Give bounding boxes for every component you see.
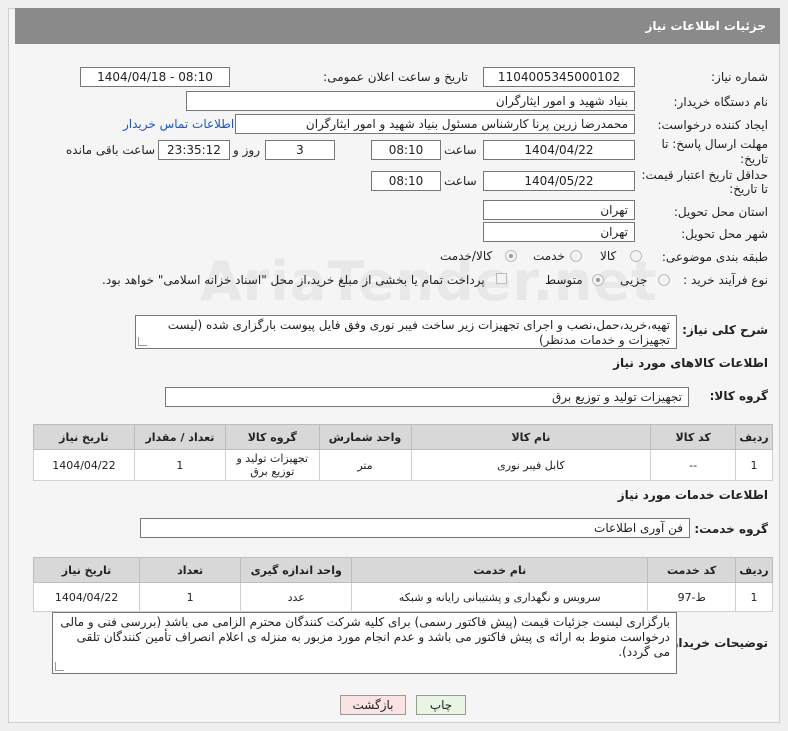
validity-time-label: ساعت: [444, 174, 477, 188]
cell-qty: 1: [133, 449, 227, 481]
resize-grip-icon[interactable]: [138, 337, 147, 346]
requester-field[interactable]: محمدرضا زرین پرنا کارشناس مسئول بنیاد شه…: [235, 114, 635, 134]
buyer-notes-label: توضیحات خریدار:: [666, 636, 768, 650]
category-radio-goods[interactable]: [630, 250, 642, 262]
days-label: روز و: [233, 143, 260, 157]
col-date: تاریخ نیاز: [32, 557, 141, 583]
col-row: ردیف: [735, 424, 773, 450]
col-qty: تعداد: [139, 557, 242, 583]
service-group-field[interactable]: فن آوری اطلاعات: [140, 518, 690, 538]
buyer-org-label: نام دستگاه خریدار:: [673, 95, 769, 109]
col-qty: تعداد / مقدار: [133, 424, 227, 450]
cell-code: ط-97: [647, 582, 737, 612]
col-unit: واحد شمارش: [318, 424, 412, 450]
process-label: نوع فرآیند خرید :: [683, 273, 768, 287]
col-row: ردیف: [735, 557, 773, 583]
title-bar: جزئیات اطلاعات نیاز: [15, 8, 780, 44]
validity-date-field[interactable]: 1404/05/22: [483, 171, 635, 191]
col-code: کد کالا: [650, 424, 737, 450]
goods-group-label: گروه کالا:: [709, 389, 768, 403]
print-button[interactable]: چاپ: [416, 695, 466, 715]
process-option-medium: متوسط: [545, 273, 583, 287]
col-name: نام خدمت: [351, 557, 649, 583]
goods-table: ردیف کد کالا نام کالا واحد شمارش گروه کا…: [33, 424, 773, 481]
page-title: جزئیات اطلاعات نیاز: [645, 19, 766, 33]
services-section-title: اطلاعات خدمات مورد نیاز: [617, 488, 768, 502]
services-table-header: ردیف کد خدمت نام خدمت واحد اندازه گیری ت…: [32, 557, 773, 583]
treasury-checkbox[interactable]: [496, 273, 507, 284]
buyer-org-field[interactable]: بنیاد شهید و امور ایثارگران: [186, 91, 635, 111]
cell-unit: عدد: [240, 582, 353, 612]
category-option-service: خدمت: [533, 249, 565, 263]
process-option-minor: جزیی: [620, 273, 648, 287]
description-textarea[interactable]: تهیه،خرید،حمل،نصب و اجرای تجهیزات زیر سا…: [135, 315, 677, 349]
col-code: کد خدمت: [647, 557, 737, 583]
days-field[interactable]: 3: [265, 140, 335, 160]
province-label: استان محل تحویل:: [673, 205, 768, 219]
remaining-time-field[interactable]: 23:35:12: [158, 140, 230, 160]
need-number-field[interactable]: 1104005345000102: [483, 67, 635, 87]
cell-unit: متر: [318, 449, 412, 481]
price-validity-label: حداقل تاریخ اعتبار قیمت:: [641, 168, 768, 182]
cell-group: تجهیزات تولید و توزیع برق: [225, 449, 320, 481]
category-option-goods-service: کالا/خدمت: [440, 249, 493, 263]
category-radio-service[interactable]: [570, 250, 582, 262]
table-row[interactable]: 1 ط-97 سرویس و نگهداری و پشتیبانی رایانه…: [32, 582, 773, 612]
need-number-label: شماره نیاز:: [711, 70, 768, 84]
cell-date: 1404/04/22: [33, 449, 135, 481]
category-radio-goods-service[interactable]: [505, 250, 517, 262]
goods-section-title: اطلاعات کالاهای مورد نیاز: [613, 356, 768, 370]
col-group: گروه کالا: [225, 424, 320, 450]
table-row[interactable]: 1 -- کابل فیبر نوری متر تجهیزات تولید و …: [33, 449, 773, 481]
province-field[interactable]: تهران: [483, 200, 635, 220]
description-text: تهیه،خرید،حمل،نصب و اجرای تجهیزات زیر سا…: [167, 318, 670, 347]
city-label: شهر محل تحویل:: [681, 227, 768, 241]
cell-code: --: [650, 449, 737, 481]
contact-buyer-link[interactable]: اطلاعات تماس خریدار: [123, 117, 234, 131]
remaining-label: ساعت باقی مانده: [66, 143, 156, 157]
cell-name: سرویس و نگهداری و پشتیبانی رایانه و شبکه: [351, 582, 649, 612]
reply-time-field[interactable]: 08:10: [371, 140, 441, 160]
goods-table-header: ردیف کد کالا نام کالا واحد شمارش گروه کا…: [33, 424, 773, 450]
col-date: تاریخ نیاز: [33, 424, 135, 450]
service-group-label: گروه خدمت:: [694, 522, 768, 536]
reply-deadline-label-2: تاریخ:: [740, 152, 768, 166]
col-name: نام کالا: [410, 424, 652, 450]
payment-note: پرداخت تمام یا بخشی از مبلغ خرید،از محل …: [102, 273, 485, 287]
buyer-notes-textarea[interactable]: بارگزاری لیست جزئیات قیمت (پیش فاکتور رس…: [52, 612, 677, 674]
process-radio-medium[interactable]: [592, 274, 604, 286]
cell-row: 1: [735, 582, 773, 612]
reply-date-field[interactable]: 1404/04/22: [483, 140, 635, 160]
category-option-goods: کالا: [600, 249, 617, 263]
city-field[interactable]: تهران: [483, 222, 635, 242]
resize-grip-icon[interactable]: [55, 662, 64, 671]
col-unit: واحد اندازه گیری: [240, 557, 353, 583]
buyer-notes-text: بارگزاری لیست جزئیات قیمت (پیش فاکتور رس…: [60, 615, 670, 659]
cell-qty: 1: [139, 582, 242, 612]
category-label: طبقه بندی موضوعی:: [661, 250, 768, 264]
process-radio-minor[interactable]: [658, 274, 670, 286]
validity-time-field[interactable]: 08:10: [371, 171, 441, 191]
services-table: ردیف کد خدمت نام خدمت واحد اندازه گیری ت…: [32, 557, 773, 612]
cell-name: کابل فیبر نوری: [410, 449, 652, 481]
description-label: شرح کلی نیاز:: [682, 323, 768, 337]
reply-deadline-label: مهلت ارسال پاسخ: تا: [661, 137, 768, 151]
announce-field[interactable]: 1404/04/18 - 08:10: [80, 67, 230, 87]
goods-group-field[interactable]: تجهیزات تولید و توزیع برق: [165, 387, 689, 407]
price-validity-label-2: تا تاریخ:: [729, 182, 768, 196]
back-button[interactable]: بازگشت: [340, 695, 406, 715]
reply-time-label: ساعت: [444, 143, 477, 157]
cell-row: 1: [735, 449, 773, 481]
cell-date: 1404/04/22: [32, 582, 141, 612]
requester-label: ایجاد کننده درخواست:: [657, 118, 768, 132]
announce-label: تاریخ و ساعت اعلان عمومی:: [323, 70, 468, 84]
